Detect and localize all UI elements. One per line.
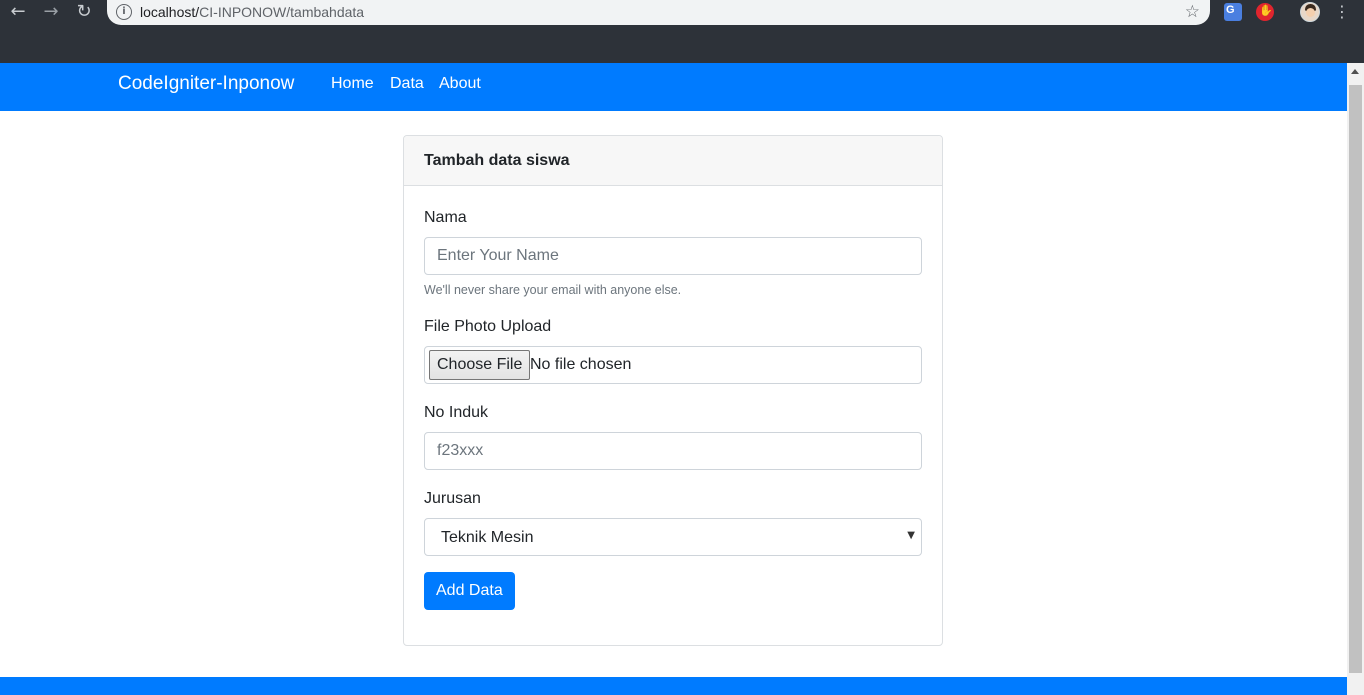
nama-input[interactable] [424,237,922,275]
no-induk-label: No Induk [424,404,489,421]
page-scrollbar[interactable] [1347,63,1364,695]
browser-toolbar: ← → ↻ i localhost/CI-INPONOW/tambahdata … [0,0,1364,25]
nama-help-text: We'll never share your email with anyone… [424,283,682,297]
card-header: Tambah data siswa [404,136,942,186]
jurusan-label: Jurusan [424,490,481,507]
choose-file-button[interactable]: Choose File [429,350,531,380]
bookmark-star-icon[interactable]: ☆ [1185,2,1200,22]
url-host: localhost/ [140,4,200,20]
block-extension-icon[interactable] [1256,3,1274,21]
translate-extension-icon[interactable] [1224,3,1242,21]
scroll-up-arrow-icon[interactable] [1351,69,1359,74]
navbar: CodeIgniter-Inponow Home Data About [0,63,1347,111]
photo-upload-label: File Photo Upload [424,318,552,335]
add-student-card: Tambah data siswa Nama We'll never share… [403,135,943,646]
jurusan-selected-value: Teknik Mesin [441,529,534,546]
file-status-text: No file chosen [530,356,632,373]
address-bar[interactable]: i localhost/CI-INPONOW/tambahdata ☆ [107,0,1210,25]
no-induk-input[interactable] [424,432,922,470]
chevron-down-icon: ▼ [907,530,915,541]
back-icon[interactable]: ← [8,2,28,22]
add-data-button[interactable]: Add Data [424,572,515,610]
nav-link-data[interactable]: Data [390,75,424,93]
profile-avatar[interactable] [1300,2,1320,22]
photo-file-input[interactable]: Choose File No file chosen [424,346,922,384]
reload-icon[interactable]: ↻ [74,2,94,22]
nav-link-home[interactable]: Home [331,75,374,93]
page-viewport: CodeIgniter-Inponow Home Data About Tamb… [0,63,1347,695]
card-title: Tambah data siswa [424,152,570,169]
site-info-icon[interactable]: i [116,4,132,20]
browser-chrome-strip [0,25,1364,63]
url-text[interactable]: localhost/CI-INPONOW/tambahdata [140,4,364,20]
jurusan-select[interactable]: Teknik Mesin ▼ [424,518,922,556]
forward-icon[interactable]: → [41,2,61,22]
footer-bar [0,677,1347,695]
url-path: CI-INPONOW/tambahdata [199,4,365,20]
browser-menu-icon[interactable]: ⋮ [1334,2,1350,22]
nama-label: Nama [424,209,467,226]
navbar-brand[interactable]: CodeIgniter-Inponow [118,73,294,95]
scrollbar-thumb[interactable] [1349,85,1362,673]
nav-link-about[interactable]: About [439,75,481,93]
